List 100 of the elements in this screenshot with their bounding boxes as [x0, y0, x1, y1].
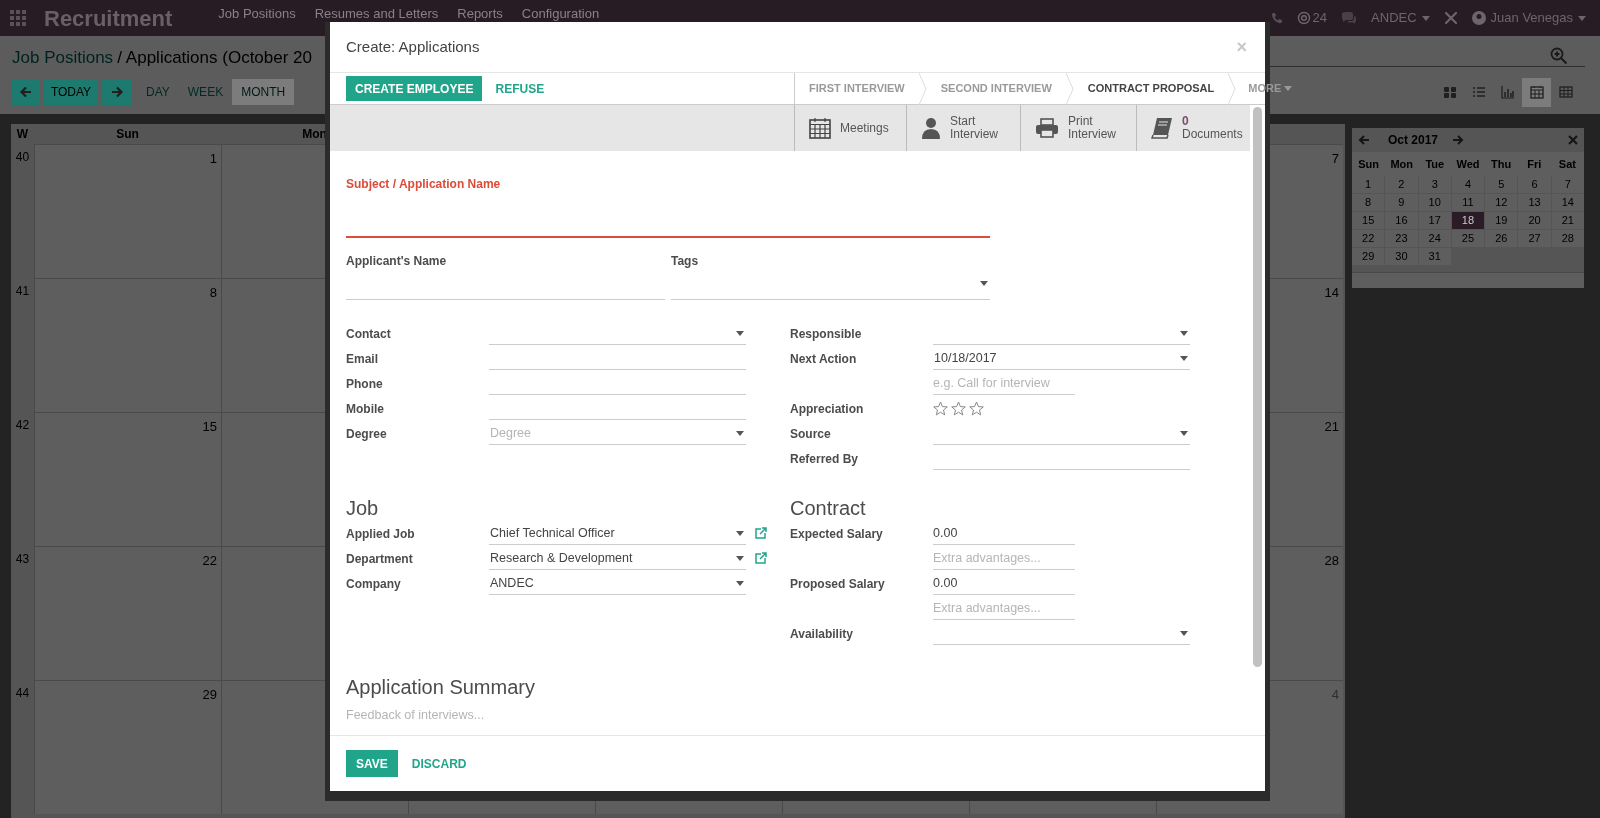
arrow-right-icon[interactable] — [1452, 134, 1465, 146]
scale-tab[interactable]: WEEK — [178, 79, 233, 105]
calendar-day[interactable]: 17 — [1418, 212, 1451, 229]
field-label: Availability — [790, 626, 853, 641]
chat-icon[interactable] — [1341, 11, 1358, 25]
breadcrumb-link[interactable]: Job Positions — [12, 44, 114, 71]
discard-button[interactable]: DISCARD — [401, 750, 477, 777]
search-icon[interactable] — [1550, 47, 1568, 65]
caret-icon — [1180, 330, 1188, 336]
calendar-day[interactable]: 24 — [1418, 230, 1451, 247]
today-button[interactable]: TODAY — [44, 79, 98, 105]
calendar-day[interactable]: 18 — [1451, 212, 1485, 229]
meetings-button[interactable]: Meetings — [794, 105, 906, 151]
input-field[interactable]: e.g. Call for interview — [933, 372, 1075, 395]
user-menu[interactable]: Juan Venegas — [1471, 8, 1586, 28]
arrow-left-icon[interactable] — [1358, 134, 1370, 146]
stage-button[interactable]: FIRST INTERVIEW — [795, 73, 919, 104]
field-label: Mobile — [346, 401, 384, 416]
select-field[interactable]: Research & Development — [489, 547, 746, 570]
calendar-day[interactable]: 22 — [1352, 230, 1385, 247]
star-icon[interactable] — [951, 401, 966, 416]
close-icon[interactable] — [1568, 135, 1578, 145]
next-button[interactable] — [102, 79, 131, 105]
calendar-day[interactable]: 20 — [1518, 212, 1551, 229]
calendar-day[interactable]: 31 — [1418, 248, 1451, 265]
feedback-textarea[interactable]: Feedback of interviews... — [346, 706, 1226, 726]
calendar-day[interactable]: 23 — [1385, 230, 1418, 247]
print-button[interactable]: Print Interview — [1020, 105, 1136, 151]
tools-icon[interactable] — [1443, 11, 1458, 25]
save-button[interactable]: SAVE — [346, 750, 398, 777]
start-interview-button[interactable]: Start Interview — [906, 105, 1020, 151]
star-icon[interactable] — [933, 401, 948, 416]
calendar-cell[interactable]: 8 — [34, 278, 221, 412]
calendar-day[interactable]: 1 — [1352, 176, 1385, 193]
calendar-day[interactable]: 7 — [1551, 176, 1584, 193]
star-icon[interactable] — [969, 401, 984, 416]
input-field[interactable]: 0.00 — [933, 572, 1075, 595]
calendar-day[interactable]: 19 — [1485, 212, 1518, 229]
day-number: 15 — [202, 418, 217, 433]
external-link-icon[interactable] — [754, 527, 767, 540]
select-field[interactable]: 10/18/2017 — [933, 347, 1190, 370]
menu-item[interactable]: Job Positions — [218, 6, 296, 21]
calendar-day[interactable]: 27 — [1518, 230, 1551, 247]
calendar-day[interactable]: 25 — [1451, 230, 1485, 247]
calendar-day[interactable]: 21 — [1551, 212, 1584, 229]
caret-icon — [1284, 86, 1293, 91]
previous-button[interactable] — [12, 79, 40, 105]
caret-icon — [736, 555, 744, 561]
calendar-day[interactable]: 9 — [1385, 194, 1418, 211]
field-label: Referred By — [790, 451, 859, 466]
calendar-day[interactable]: 15 — [1352, 212, 1385, 229]
stage-button[interactable]: CONTRACT PROPOSAL — [1073, 73, 1229, 104]
select-field[interactable]: ANDEC — [489, 572, 746, 595]
select-field[interactable]: Degree — [489, 422, 746, 445]
documents-button[interactable]: 0 Documents — [1136, 105, 1250, 151]
calendar-day[interactable]: 12 — [1485, 194, 1518, 211]
more-button[interactable]: MORE — [1236, 73, 1293, 104]
calendar-day[interactable]: 14 — [1551, 194, 1584, 211]
calendar-day[interactable]: 28 — [1551, 230, 1584, 247]
calendar-view-button[interactable] — [1522, 77, 1551, 107]
external-link-icon[interactable] — [754, 552, 767, 565]
calendar-day[interactable]: 2 — [1385, 176, 1418, 193]
field-label: Tags — [671, 253, 700, 268]
input-field[interactable]: Extra advantages... — [933, 597, 1075, 620]
calendar-day[interactable]: 16 — [1385, 212, 1418, 229]
scale-tab[interactable]: DAY — [137, 79, 179, 105]
calendar-day[interactable]: 6 — [1518, 176, 1551, 193]
calendar-day[interactable]: 4 — [1451, 176, 1485, 193]
create-employee-button[interactable]: CREATE EMPLOYEE — [346, 76, 483, 101]
field-label: Appreciation — [790, 401, 864, 416]
calendar-day[interactable]: 26 — [1485, 230, 1518, 247]
calendar-day[interactable]: 13 — [1518, 194, 1551, 211]
calendar-day[interactable]: 3 — [1418, 176, 1451, 193]
calendar-day[interactable]: 5 — [1485, 176, 1518, 193]
stage-button[interactable]: SECOND INTERVIEW — [926, 73, 1066, 104]
input-field[interactable]: Extra advantages... — [933, 547, 1075, 570]
calendar-day[interactable]: 10 — [1418, 194, 1451, 211]
menu-item[interactable]: Resumes and Letters — [314, 6, 439, 21]
calendar-day[interactable]: 11 — [1451, 194, 1485, 211]
menu-item[interactable]: Reports — [457, 6, 503, 21]
calendar-day[interactable]: 29 — [1352, 248, 1385, 265]
menu-item[interactable]: Configuration — [521, 6, 600, 21]
scrollbar-thumb[interactable] — [1253, 107, 1262, 667]
close-button[interactable]: × — [1236, 33, 1247, 61]
calendar-cell[interactable]: 1 — [34, 144, 221, 278]
mentions-link[interactable]: 24 — [1296, 8, 1328, 28]
apps-grid-icon[interactable] — [10, 10, 26, 26]
section-heading: Job — [346, 496, 380, 521]
calendar-day[interactable]: 8 — [1352, 194, 1385, 211]
company-switcher[interactable]: ANDEC — [1371, 8, 1430, 28]
calendar-cell[interactable]: 15 — [34, 412, 221, 546]
phone-icon[interactable] — [1270, 12, 1283, 24]
calendar-day[interactable]: 30 — [1385, 248, 1418, 265]
select-field[interactable]: Chief Technical Officer — [489, 522, 746, 545]
calendar-cell[interactable]: 22 — [34, 546, 221, 680]
refuse-button[interactable]: REFUSE — [486, 76, 554, 101]
scale-tab[interactable]: MONTH — [232, 79, 295, 105]
star-rating[interactable] — [933, 399, 984, 418]
input-field[interactable]: 0.00 — [933, 522, 1075, 545]
calendar-cell[interactable]: 29 — [34, 680, 221, 814]
